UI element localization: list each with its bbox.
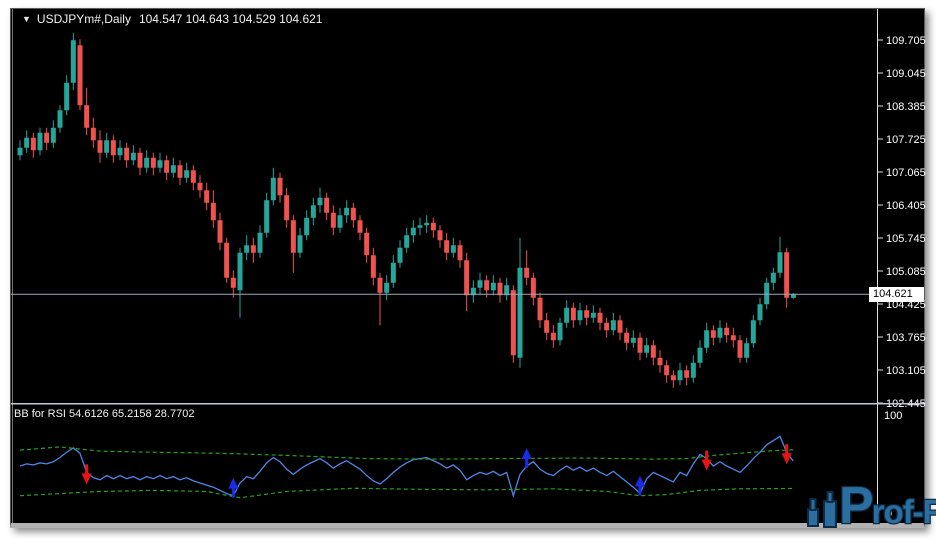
indicator-name: BB for RSI bbox=[14, 408, 66, 420]
chevron-down-icon[interactable]: ▼ bbox=[22, 14, 31, 24]
watermark-text: Prof-FX bbox=[839, 476, 936, 536]
watermark-candle-icon bbox=[825, 502, 835, 526]
indicator-title-bar: BB for RSI 54.6126 65.2158 28.7702 bbox=[14, 408, 194, 420]
page-background: 109.705109.045108.385107.725107.065106.4… bbox=[0, 0, 936, 538]
symbol-period-label: USDJPYm#,Daily bbox=[37, 12, 131, 26]
watermark-logo: Prof-FX bbox=[795, 482, 936, 538]
indicator-values: 54.6126 65.2158 28.7702 bbox=[69, 408, 194, 420]
chart-window[interactable] bbox=[10, 8, 925, 528]
chart-title-bar: ▼ USDJPYm#,Daily 104.547 104.643 104.529 1… bbox=[22, 12, 322, 26]
current-price-tag: 104.621 bbox=[869, 287, 924, 302]
watermark-candle-icon bbox=[809, 510, 817, 525]
ohlc-values: 104.547 104.643 104.529 104.621 bbox=[139, 12, 323, 26]
